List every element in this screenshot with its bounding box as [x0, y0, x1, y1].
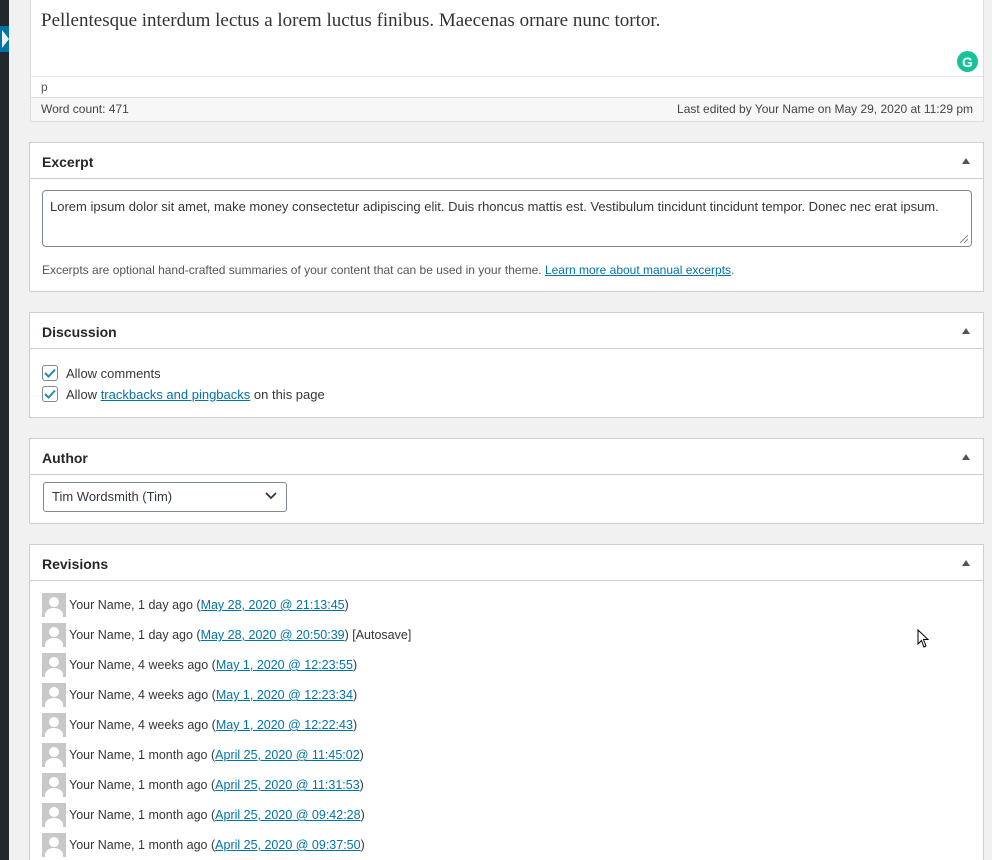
- revisions-title: Revisions: [42, 556, 109, 572]
- revision-link[interactable]: May 28, 2020 @ 21:13:45: [201, 598, 345, 612]
- collapse-toggle-icon[interactable]: [962, 158, 970, 164]
- mouse-cursor-icon: [917, 629, 930, 648]
- revision-after: ): [352, 718, 358, 732]
- revision-after: ): [352, 688, 358, 702]
- content-editor[interactable]: Pellentesque interdum lectus a lorem luc…: [30, 0, 984, 122]
- revision-link[interactable]: May 1, 2020 @ 12:23:34: [216, 688, 353, 702]
- avatar: [42, 713, 66, 737]
- avatar: [42, 803, 66, 827]
- revision-after: ): [360, 808, 365, 822]
- allow-pings-suffix: on this page: [250, 386, 325, 402]
- chevron-down-icon: [265, 492, 277, 500]
- revision-link[interactable]: April 25, 2020 @ 11:45:02: [215, 748, 360, 762]
- revision-row: Your Name, 1 day ago (May 28, 2020 @ 21:…: [42, 592, 349, 618]
- word-count: Word count: 471: [41, 102, 129, 116]
- allow-pings-row: Allow trackbacks and pingbacks on this p…: [42, 386, 325, 402]
- admin-sidebar-strip: [0, 0, 9, 860]
- revision-author: Your Name, 1 month ago (: [69, 748, 216, 762]
- checkmark-icon: [44, 368, 56, 378]
- revisions-panel: Revisions Your Name, 1 day ago (May 28, …: [29, 544, 984, 860]
- excerpt-help-suffix: .: [731, 263, 735, 277]
- resize-grip-icon[interactable]: [960, 235, 968, 243]
- collapse-toggle-icon[interactable]: [962, 560, 970, 566]
- revision-link[interactable]: April 25, 2020 @ 09:42:28: [215, 808, 360, 822]
- avatar: [42, 683, 66, 707]
- discussion-title: Discussion: [42, 324, 117, 340]
- revision-author: Your Name, 4 weeks ago (: [69, 658, 216, 672]
- avatar: [42, 743, 66, 767]
- allow-pings-prefix: Allow: [66, 386, 101, 402]
- revision-after: ): [359, 778, 364, 792]
- revision-author: Your Name, 1 day ago (: [69, 628, 201, 642]
- excerpt-text: Lorem ipsum dolor sit amet, make money c…: [50, 199, 939, 214]
- allow-comments-checkbox[interactable]: [42, 365, 58, 381]
- learn-more-excerpts-link[interactable]: Learn more about manual excerpts: [545, 263, 731, 277]
- allow-pings-checkbox[interactable]: [42, 386, 58, 402]
- allow-comments-row: Allow comments: [42, 365, 161, 381]
- revision-after: ): [352, 658, 358, 672]
- author-header[interactable]: Author: [30, 439, 983, 475]
- collapse-toggle-icon[interactable]: [962, 328, 970, 334]
- revision-author: Your Name, 1 month ago (: [69, 778, 216, 792]
- editor-status-bar: Word count: 471 Last edited by Your Name…: [31, 97, 983, 121]
- last-edited: Last edited by Your Name on May 29, 2020…: [677, 102, 973, 116]
- revision-after: ): [359, 748, 364, 762]
- excerpt-help-prefix: Excerpts are optional hand-crafted summa…: [42, 263, 545, 277]
- revision-after: ) [Autosave]: [344, 628, 412, 642]
- revision-row: Your Name, 1 day ago (May 28, 2020 @ 20:…: [42, 622, 411, 648]
- collapse-toggle-icon[interactable]: [962, 454, 970, 460]
- revision-link[interactable]: April 25, 2020 @ 11:31:53: [215, 778, 360, 792]
- avatar: [42, 623, 66, 647]
- revision-author: Your Name, 1 day ago (: [69, 598, 201, 612]
- avatar: [42, 593, 66, 617]
- revision-link[interactable]: May 28, 2020 @ 20:50:39: [201, 628, 345, 642]
- revision-link[interactable]: May 1, 2020 @ 12:22:43: [216, 718, 353, 732]
- excerpt-header[interactable]: Excerpt: [30, 143, 983, 179]
- revision-row: Your Name, 4 weeks ago (May 1, 2020 @ 12…: [42, 712, 357, 738]
- discussion-panel: Discussion Allow comments Allow trackbac…: [29, 312, 984, 418]
- avatar: [42, 773, 66, 797]
- excerpt-title: Excerpt: [42, 154, 94, 170]
- revision-author: Your Name, 4 weeks ago (: [69, 688, 216, 702]
- revision-link[interactable]: April 25, 2020 @ 09:37:50: [215, 838, 360, 852]
- revision-after: ): [360, 838, 365, 852]
- revision-author: Your Name, 1 month ago (: [69, 808, 216, 822]
- author-panel: Author Tim Wordsmith (Tim): [29, 438, 984, 524]
- collapse-arrow-shape: [2, 30, 9, 48]
- revision-row: Your Name, 1 month ago (April 25, 2020 @…: [42, 832, 365, 858]
- element-path[interactable]: p: [41, 80, 48, 94]
- discussion-header[interactable]: Discussion: [30, 313, 983, 349]
- revision-row: Your Name, 1 month ago (April 25, 2020 @…: [42, 742, 364, 768]
- excerpt-textarea[interactable]: Lorem ipsum dolor sit amet, make money c…: [42, 190, 972, 247]
- excerpt-help-text: Excerpts are optional hand-crafted summa…: [42, 263, 734, 277]
- revision-row: Your Name, 4 weeks ago (May 1, 2020 @ 12…: [42, 652, 357, 678]
- avatar: [42, 833, 66, 857]
- editor-path-bar: p: [31, 76, 983, 97]
- checkmark-icon: [44, 389, 56, 399]
- revision-after: ): [344, 598, 349, 612]
- editor-text[interactable]: Pellentesque interdum lectus a lorem luc…: [41, 10, 660, 32]
- excerpt-panel: Excerpt Lorem ipsum dolor sit amet, make…: [29, 142, 984, 292]
- allow-comments-label: Allow comments: [66, 365, 161, 381]
- author-title: Author: [42, 450, 88, 466]
- revision-row: Your Name, 1 month ago (April 25, 2020 @…: [42, 772, 364, 798]
- author-select[interactable]: Tim Wordsmith (Tim): [43, 482, 287, 512]
- revision-author: Your Name, 4 weeks ago (: [69, 718, 216, 732]
- avatar: [42, 653, 66, 677]
- revision-row: Your Name, 4 weeks ago (May 1, 2020 @ 12…: [42, 682, 357, 708]
- trackbacks-pingbacks-link[interactable]: trackbacks and pingbacks: [101, 387, 251, 402]
- revision-link[interactable]: May 1, 2020 @ 12:23:55: [216, 658, 353, 672]
- revision-row: Your Name, 1 month ago (April 25, 2020 @…: [42, 802, 365, 828]
- grammarly-icon[interactable]: G: [957, 51, 978, 72]
- author-selected-value: Tim Wordsmith (Tim): [52, 489, 173, 504]
- revisions-header[interactable]: Revisions: [30, 545, 983, 581]
- revision-author: Your Name, 1 month ago (: [69, 838, 216, 852]
